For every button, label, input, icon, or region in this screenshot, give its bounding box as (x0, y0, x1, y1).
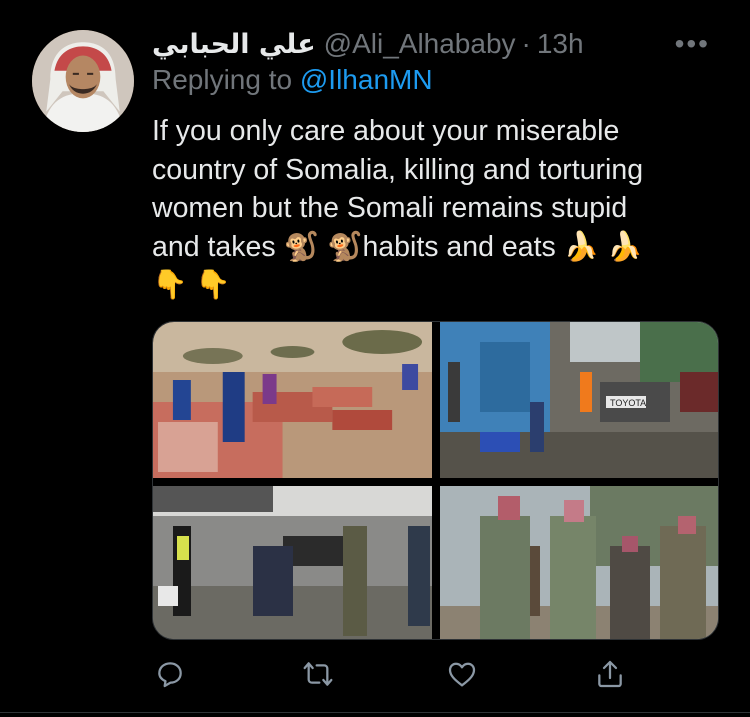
divider (0, 712, 750, 713)
replying-to: Replying to @IlhanMN (152, 64, 433, 96)
reply-icon (158, 662, 182, 688)
banana-emoji: 🍌 (563, 229, 600, 263)
user-handle[interactable]: @Ali_Alhababy (324, 28, 516, 60)
tweet-text-line: country of Somalia, killing and torturin… (152, 153, 644, 186)
tweet-text-line: women but the Somali remains stupid (152, 192, 628, 224)
food-aid-distribution-photo[interactable] (153, 322, 432, 478)
tweet-actions (152, 650, 717, 696)
retweet-icon (303, 662, 333, 686)
license-plate-text: TOYOTA (610, 398, 646, 408)
pointing-down-emoji: 👇 (195, 268, 231, 301)
display-name[interactable]: علي الحبابي (152, 29, 316, 60)
tweet-text-fragment: and takes (152, 230, 284, 263)
separator-dot: · (521, 28, 531, 59)
street-damage-photo[interactable]: TOYOTA (440, 322, 718, 478)
share-icon (598, 660, 622, 688)
like-icon (448, 662, 476, 687)
explosion-aftermath-photo[interactable] (153, 486, 432, 639)
armed-militants-photo[interactable] (440, 486, 718, 639)
retweet-button[interactable] (300, 656, 336, 692)
reply-button[interactable] (152, 656, 188, 692)
replying-mention-link[interactable]: @IlhanMN (300, 64, 433, 95)
monkey-emoji: 🐒 (283, 229, 320, 263)
tweet-text-line: 👇 👇 (152, 266, 722, 305)
tweet-text: If you only care about your miserable co… (152, 112, 722, 305)
monkey-emoji: 🐒 (326, 229, 363, 263)
tweet-text-line: and takes 🐒 🐒habits and eats 🍌 🍌 (152, 228, 722, 267)
share-button[interactable] (592, 656, 628, 692)
tweet-text-fragment: habits and eats (362, 230, 564, 263)
pointing-down-emoji: 👇 (152, 268, 188, 301)
timestamp[interactable]: 13h (537, 28, 584, 60)
more-options-icon[interactable]: ••• (675, 28, 710, 60)
tweet-text-line: If you only care about your miserable (152, 115, 620, 147)
replying-prefix: Replying to (152, 64, 293, 95)
avatar[interactable] (32, 30, 134, 132)
tweet-header: علي الحبابي @Ali_Alhababy · 13h ••• (152, 24, 710, 64)
tweet[interactable]: علي الحبابي @Ali_Alhababy · 13h ••• Repl… (0, 0, 750, 717)
banana-emoji: 🍌 (607, 229, 643, 263)
media-grid: TOYOTA (152, 321, 719, 640)
avatar-image (32, 30, 134, 132)
like-button[interactable] (444, 656, 480, 692)
